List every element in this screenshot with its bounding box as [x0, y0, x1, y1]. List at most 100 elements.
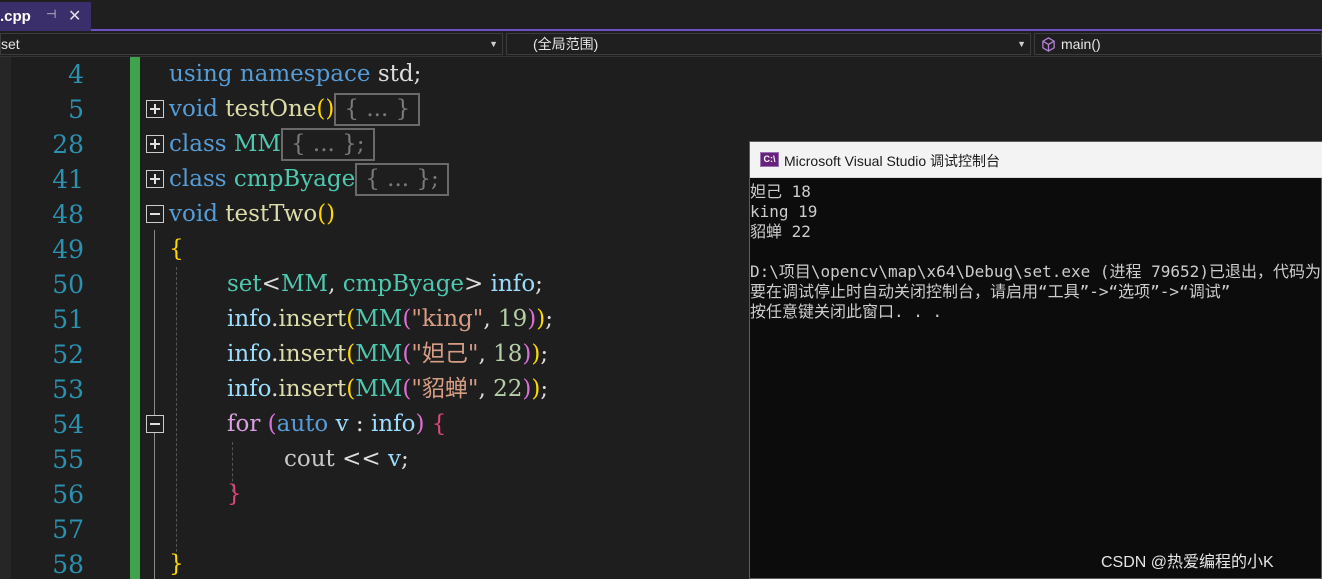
code-variable: info [227, 376, 272, 402]
line-number: 58 [52, 550, 84, 579]
code-punct: ; [400, 446, 409, 472]
code-variable: v [387, 446, 401, 472]
code-text: void testOne(){ ... } [169, 92, 421, 127]
code-identifier: cout [284, 446, 335, 472]
code-line: 5 void testOne(){ ... } [0, 92, 1322, 127]
collapsed-region[interactable]: { ... }; [280, 128, 375, 161]
code-string: "妲己" [411, 341, 479, 367]
line-number: 56 [52, 480, 84, 509]
pin-icon[interactable]: ⊣ [46, 7, 56, 21]
code-paren: ) [415, 411, 425, 437]
code-number: 19 [497, 306, 528, 332]
expand-icon[interactable] [146, 135, 164, 153]
code-text: } [169, 547, 184, 579]
expand-icon[interactable] [146, 170, 164, 188]
project-dropdown-value: set [1, 36, 20, 52]
code-type: MM [355, 376, 403, 402]
code-variable: info [490, 271, 536, 297]
project-dropdown[interactable]: set ▼ [0, 33, 503, 55]
code-punct: ; [545, 306, 553, 332]
debug-console-window[interactable]: C:\ Microsoft Visual Studio 调试控制台 妲己 18 … [749, 141, 1322, 579]
close-icon[interactable]: ✕ [68, 6, 81, 25]
code-function: insert [278, 341, 347, 367]
line-number: 51 [52, 305, 84, 334]
line-number: 41 [52, 165, 84, 194]
code-text: info.insert(MM("貂蝉", 22)); [227, 372, 548, 407]
chevron-down-icon[interactable]: ▼ [489, 34, 498, 54]
line-number: 49 [52, 235, 84, 264]
code-function: testTwo [225, 201, 318, 227]
code-variable: v [335, 411, 349, 437]
console-output[interactable]: 妲己 18 king 19 貂蝉 22 D:\项目\opencv\map\x64… [750, 182, 1322, 322]
code-variable: info [370, 411, 416, 437]
code-keyword: class [169, 166, 227, 192]
code-punct: ; [535, 271, 543, 297]
code-brace: } [227, 481, 242, 507]
code-keyword: using [169, 61, 233, 87]
line-number: 50 [52, 270, 84, 299]
code-paren: ) [536, 306, 546, 332]
code-punct: : [348, 411, 371, 437]
code-variable: info [227, 306, 272, 332]
code-punct: ; [540, 341, 549, 367]
collapsed-region[interactable]: { ... }; [355, 163, 449, 196]
code-punct: , [478, 341, 494, 367]
watermark: CSDN @热爱编程的小K [1101, 554, 1274, 571]
collapse-icon[interactable] [146, 415, 164, 433]
code-identifier: std; [377, 61, 422, 87]
code-punct: < [261, 271, 281, 297]
code-paren: ( [402, 306, 412, 332]
code-keyword: for [227, 411, 261, 437]
code-text: for (auto v : info) { [227, 407, 446, 442]
code-keyword: auto [276, 411, 329, 437]
code-type: MM [355, 306, 403, 332]
chevron-down-icon[interactable]: ▼ [1017, 34, 1026, 54]
console-title-bar[interactable]: C:\ Microsoft Visual Studio 调试控制台 [750, 142, 1322, 178]
console-title: Microsoft Visual Studio 调试控制台 [784, 153, 1001, 169]
collapse-icon[interactable] [146, 205, 164, 223]
console-line: 要在调试停止时自动关闭控制台，请启用“工具”->“选项”->“调试” [750, 282, 1231, 301]
method-cube-icon [1042, 37, 1055, 52]
code-variable: info [227, 341, 272, 367]
line-number: 55 [52, 445, 84, 474]
scope-dropdown[interactable]: (全局范围) ▼ [506, 33, 1031, 55]
line-number: 48 [52, 200, 84, 229]
code-keyword: namespace [239, 61, 371, 87]
code-paren: ( [346, 341, 356, 367]
console-line: 妲己 18 [750, 182, 811, 201]
console-line: 貂蝉 22 [750, 222, 811, 241]
code-type: cmpByage [233, 166, 356, 192]
console-line: 按任意键关闭此窗口. . . [750, 302, 943, 321]
document-tab[interactable]: .cpp ⊣ ✕ [0, 2, 91, 31]
code-paren: ( [402, 376, 412, 402]
code-punct: , [483, 306, 498, 332]
expand-icon[interactable] [146, 100, 164, 118]
code-function: insert [278, 376, 347, 402]
code-text: info.insert(MM("妲己", 18)); [227, 337, 548, 372]
code-paren: ( [402, 341, 412, 367]
code-function: insert [278, 306, 347, 332]
code-function: testOne [225, 96, 317, 122]
code-number: 18 [493, 341, 523, 367]
collapsed-region[interactable]: { ... } [334, 93, 421, 126]
console-line: D:\项目\opencv\map\x64\Debug\set.exe (进程 7… [750, 262, 1322, 281]
code-string: "king" [411, 306, 484, 332]
member-dropdown[interactable]: main() [1034, 33, 1322, 55]
code-text: set<MM, cmpByage> info; [227, 267, 543, 302]
scope-dropdown-value: (全局范围) [533, 36, 599, 52]
line-number: 52 [52, 340, 84, 369]
console-line: king 19 [750, 202, 818, 221]
code-number: 22 [493, 376, 523, 402]
code-text: cout << v; [284, 442, 409, 477]
code-keyword: void [169, 96, 218, 122]
document-tab-label[interactable]: .cpp [0, 8, 31, 25]
code-text: } [227, 477, 242, 512]
code-string: "貂蝉" [411, 376, 479, 402]
code-paren: ( [346, 376, 356, 402]
code-type: MM [355, 341, 403, 367]
code-punct: ; [540, 376, 549, 402]
code-text: class MM{ ... }; [169, 127, 375, 162]
code-paren: () [317, 201, 336, 227]
code-punct: , [478, 376, 494, 402]
code-type: set [227, 271, 262, 297]
